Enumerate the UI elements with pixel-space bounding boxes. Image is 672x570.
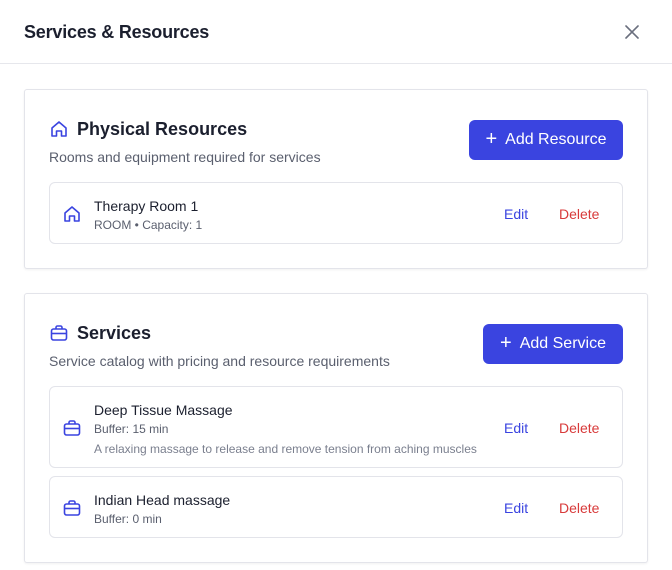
service-buffer: Buffer: 0 min	[94, 512, 162, 526]
resources-panel: Physical Resources Rooms and equipment r…	[24, 89, 648, 269]
resource-meta: ROOM • Capacity: 1	[94, 218, 203, 232]
plus-icon: +	[500, 332, 512, 354]
services-panel: Services Service catalog with pricing an…	[24, 293, 648, 563]
add-resource-button[interactable]: + Add Resource	[469, 120, 623, 160]
home-icon	[51, 121, 67, 137]
add-resource-label: Add Resource	[505, 131, 607, 148]
resource-list-item: Therapy Room 1 ROOM • Capacity: 1 Edit D…	[49, 182, 623, 244]
resource-name: Therapy Room 1	[94, 198, 199, 214]
service-buffer: Buffer: 15 min	[94, 422, 169, 436]
close-button[interactable]	[620, 20, 644, 44]
plus-icon: +	[485, 128, 498, 150]
services-title: Services	[77, 323, 152, 343]
close-icon	[625, 25, 639, 39]
edit-service-button[interactable]: Edit	[504, 500, 528, 516]
dialog-title: Services & Resources	[24, 22, 210, 42]
service-list-item: Deep Tissue Massage Buffer: 15 min A rel…	[49, 386, 623, 468]
briefcase-icon	[63, 420, 81, 436]
service-description: A relaxing massage to release and remove…	[94, 442, 477, 456]
delete-service-button[interactable]: Delete	[559, 500, 599, 516]
service-name: Deep Tissue Massage	[94, 402, 233, 418]
briefcase-icon	[63, 500, 81, 516]
add-service-label: Add Service	[519, 335, 606, 352]
briefcase-icon	[50, 325, 68, 341]
edit-resource-button[interactable]: Edit	[504, 206, 528, 222]
delete-service-button[interactable]: Delete	[559, 420, 599, 436]
service-list-item: Indian Head massage Buffer: 0 min Edit D…	[49, 476, 623, 538]
resources-subtitle: Rooms and equipment required for service…	[49, 149, 321, 165]
dialog-header: Services & Resources	[0, 0, 672, 64]
service-name: Indian Head massage	[94, 492, 231, 508]
home-icon	[64, 206, 80, 222]
resources-title: Physical Resources	[77, 119, 248, 139]
delete-resource-button[interactable]: Delete	[559, 206, 599, 222]
services-subtitle: Service catalog with pricing and resourc…	[49, 353, 390, 369]
add-service-button[interactable]: + Add Service	[483, 324, 623, 364]
edit-service-button[interactable]: Edit	[504, 420, 528, 436]
